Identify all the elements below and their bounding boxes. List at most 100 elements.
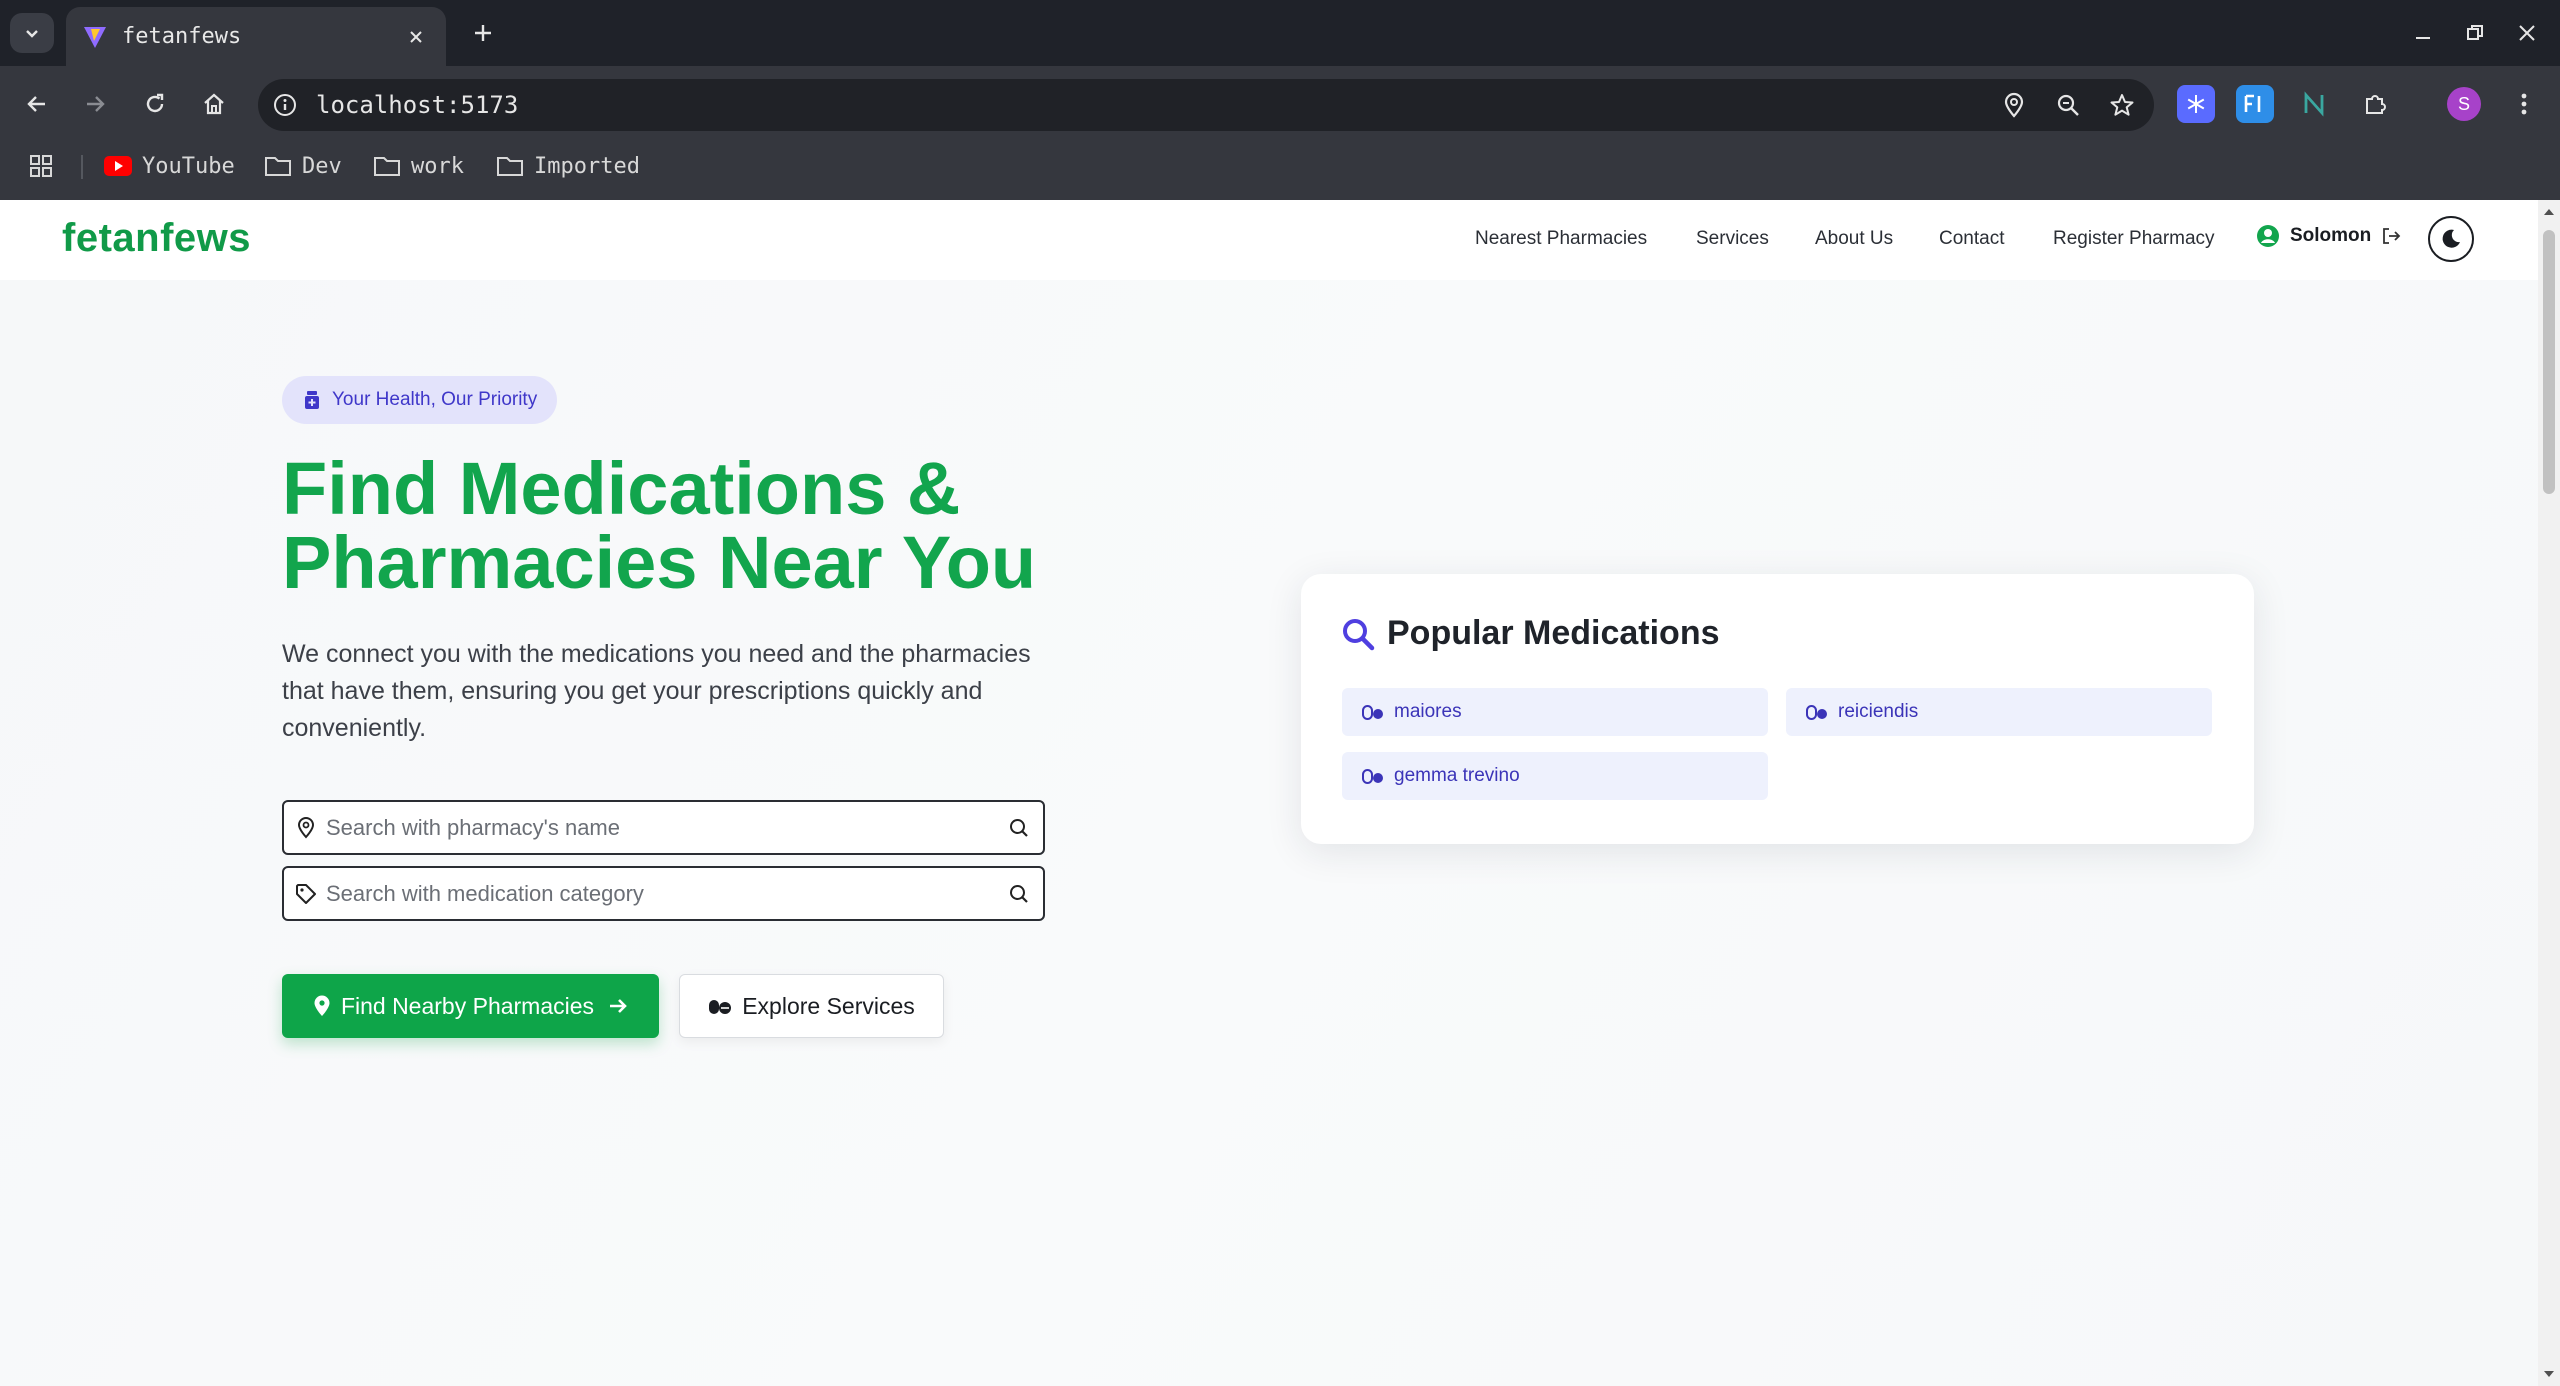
find-nearby-pharmacies-button[interactable]: Find Nearby Pharmacies — [282, 974, 659, 1038]
nav-link-about-us[interactable]: About Us — [1815, 228, 1893, 250]
browser-tabstrip: fetanfews — [0, 0, 2560, 66]
home-icon — [204, 93, 224, 115]
explore-services-button[interactable]: Explore Services — [679, 974, 944, 1038]
medicine-bottle-icon — [305, 391, 319, 409]
vite-logo-icon — [80, 22, 110, 52]
category-search-field[interactable] — [282, 866, 1045, 921]
scroll-up-arrow-icon[interactable] — [2543, 206, 2555, 218]
home-button[interactable] — [193, 83, 235, 125]
new-tab-button[interactable] — [464, 14, 502, 52]
bookmark-label: work — [411, 153, 464, 179]
forward-button[interactable] — [74, 83, 116, 125]
bookmark-youtube[interactable]: YouTube — [104, 146, 235, 186]
extension-snowflake-icon[interactable] — [2177, 85, 2215, 123]
search-icon[interactable] — [999, 808, 1039, 848]
button-label: Explore Services — [742, 992, 915, 1019]
url-text[interactable]: localhost:5173 — [316, 91, 1992, 119]
bookmark-label: Imported — [534, 153, 640, 179]
back-button[interactable] — [16, 83, 58, 125]
bookmark-star-icon[interactable] — [2100, 83, 2144, 127]
site-navbar: fetanfews Nearest Pharmacies Services Ab… — [0, 200, 2538, 280]
pills-icon — [709, 1000, 732, 1014]
arrow-right-icon — [87, 96, 105, 112]
user-menu[interactable]: Solomon — [2256, 224, 2401, 248]
pills-icon — [1362, 705, 1383, 720]
logout-icon[interactable] — [2381, 226, 2401, 246]
arrow-left-icon — [27, 96, 45, 112]
user-avatar-icon — [2257, 225, 2279, 247]
pharmacy-search-input[interactable] — [326, 814, 999, 841]
extension-fi-icon[interactable] — [2236, 85, 2274, 123]
location-pin-icon — [294, 816, 318, 840]
hero-heading-line-2: Pharmacies Near You — [282, 521, 1037, 604]
user-name: Solomon — [2290, 225, 2372, 246]
reload-icon — [146, 93, 164, 113]
nav-link-services[interactable]: Services — [1696, 228, 1769, 250]
medication-chip[interactable]: reiciendis — [1786, 688, 2212, 736]
reload-button[interactable] — [134, 83, 176, 125]
site-info-icon[interactable] — [270, 90, 300, 120]
restore-window-button[interactable] — [2456, 14, 2494, 52]
map-pin-icon — [314, 995, 330, 1016]
browser-tab-active[interactable]: fetanfews — [66, 7, 446, 66]
popular-medications-card: Popular Medications maiores reiciendis g… — [1301, 574, 2254, 844]
hero-heading-line-1: Find Medications & — [282, 447, 961, 530]
nav-link-contact[interactable]: Contact — [1939, 228, 2004, 250]
category-search-input[interactable] — [326, 880, 999, 907]
close-icon — [2519, 25, 2535, 41]
bookmark-folder-imported[interactable]: Imported — [496, 146, 640, 186]
page-viewport: fetanfews Nearest Pharmacies Services Ab… — [0, 200, 2538, 1386]
bookmark-folder-work[interactable]: work — [373, 146, 464, 186]
search-icon — [1343, 618, 1375, 650]
apps-grid-icon[interactable] — [28, 146, 64, 186]
medication-name: reiciendis — [1838, 701, 1919, 722]
tab-search-button[interactable] — [10, 13, 54, 53]
minimize-icon — [2416, 37, 2430, 39]
profile-avatar[interactable]: S — [2447, 87, 2481, 121]
site-logo[interactable]: fetanfews — [62, 216, 251, 261]
button-label: Find Nearby Pharmacies — [340, 992, 595, 1019]
medication-name: gemma trevino — [1394, 765, 1520, 786]
zoom-icon[interactable] — [2046, 83, 2090, 127]
bookmarks-separator — [81, 155, 83, 179]
tag-icon — [294, 882, 318, 906]
plus-icon — [475, 25, 491, 41]
address-bar[interactable]: localhost:5173 — [258, 79, 2154, 131]
bookmark-folder-dev[interactable]: Dev — [264, 146, 342, 186]
hero-description: We connect you with the medications you … — [282, 640, 1031, 742]
folder-icon — [374, 157, 400, 176]
bookmark-label: Dev — [302, 153, 342, 179]
close-window-button[interactable] — [2508, 14, 2546, 52]
medication-chip[interactable]: gemma trevino — [1342, 752, 1768, 800]
hero-heading: Find Medications & Pharmacies Near You — [282, 452, 1182, 600]
scroll-down-arrow-icon[interactable] — [2543, 1368, 2555, 1380]
moon-icon — [2442, 229, 2460, 248]
restore-icon — [2467, 25, 2483, 40]
tab-title: fetanfews — [122, 24, 242, 49]
browser-menu-icon[interactable] — [2505, 85, 2543, 123]
close-tab-icon[interactable] — [398, 19, 434, 55]
medication-name: maiores — [1394, 701, 1462, 722]
card-heading: Popular Medications — [1341, 614, 1720, 653]
pills-icon — [1806, 705, 1827, 720]
location-icon[interactable] — [1992, 83, 2036, 127]
extension-n-icon[interactable] — [2295, 85, 2333, 123]
folder-icon — [265, 157, 291, 176]
card-heading-text: Popular Medications — [1387, 614, 1720, 652]
scrollbar-thumb[interactable] — [2543, 230, 2555, 494]
theme-toggle-button[interactable] — [2428, 216, 2474, 262]
badge-text: Your Health, Our Priority — [332, 389, 538, 410]
minimize-window-button[interactable] — [2404, 14, 2442, 52]
page-scrollbar[interactable] — [2538, 200, 2560, 1386]
bookmark-label: YouTube — [142, 153, 235, 179]
youtube-icon — [104, 156, 132, 176]
pharmacy-search-field[interactable] — [282, 800, 1045, 855]
medication-chip[interactable]: maiores — [1342, 688, 1768, 736]
folder-icon — [497, 157, 523, 176]
extensions-puzzle-icon[interactable] — [2356, 85, 2394, 123]
pills-icon — [1362, 769, 1383, 784]
nav-link-nearest-pharmacies[interactable]: Nearest Pharmacies — [1475, 228, 1647, 250]
nav-link-register-pharmacy[interactable]: Register Pharmacy — [2053, 228, 2215, 250]
search-icon[interactable] — [999, 874, 1039, 914]
chevron-down-icon — [26, 30, 38, 38]
